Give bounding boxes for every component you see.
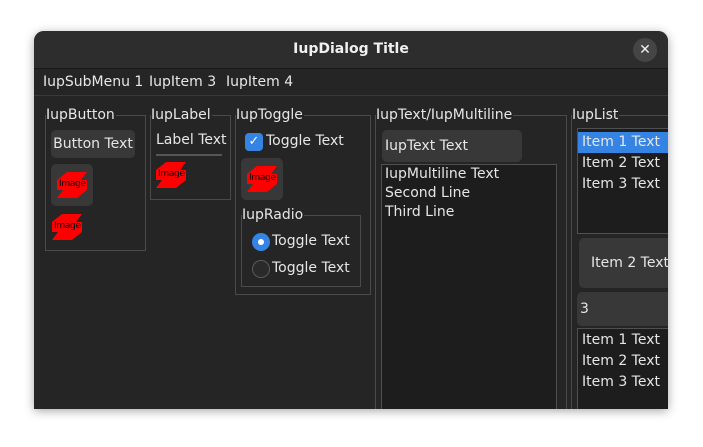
list-item-label: Item 1 Text: [582, 134, 660, 150]
radio-button-selected[interactable]: [252, 233, 270, 251]
dropdown-value: Item 2 Text: [591, 255, 668, 271]
list-frame: IupList Item 1 Text Item 2 Text Item 3 T…: [571, 107, 668, 409]
text-input[interactable]: IupText Text: [382, 130, 522, 162]
toggle-label: Toggle Text: [266, 133, 344, 149]
list-box-2[interactable]: Item 1 Text Item 2 Text Item 3 Text: [577, 328, 668, 409]
close-icon: ✕: [639, 42, 651, 58]
multiline-line: IupMultiline Text: [385, 166, 500, 182]
radio-label-1: Toggle Text: [272, 233, 350, 249]
label-frame-title: IupLabel: [151, 107, 212, 123]
image-icon-label: Image: [249, 173, 276, 183]
menu-item-4[interactable]: IupItem 4: [226, 74, 293, 90]
radio-frame-title: IupRadio: [242, 207, 305, 223]
checkbox-checked[interactable]: ✓: [245, 133, 263, 151]
separator: [156, 154, 222, 156]
radio-label-2: Toggle Text: [272, 260, 350, 276]
image-button-flat[interactable]: Image: [52, 214, 82, 240]
toggle-frame: IupToggle ✓ Toggle Text Image IupRadio T…: [235, 107, 371, 295]
list-item-label: Item 3 Text: [582, 374, 660, 390]
text-label: Label Text: [156, 132, 227, 148]
dialog-window: IupDialog Title ✕ IupSubMenu 1 IupItem 3…: [34, 31, 668, 409]
list-box-1[interactable]: Item 1 Text Item 2 Text Item 3 Text: [577, 128, 668, 234]
list-item-label: Item 2 Text: [582, 155, 660, 171]
text-frame-title: IupText/IupMultiline: [376, 107, 514, 123]
text-button[interactable]: Button Text: [51, 130, 135, 158]
dropdown-list[interactable]: Item 2 Text: [579, 238, 668, 288]
image-icon-label: Image: [158, 169, 185, 179]
edit-list-value: 3: [580, 301, 589, 317]
image-icon-label: Image: [59, 179, 86, 189]
window-title: IupDialog Title: [293, 41, 409, 57]
list-item[interactable]: Item 3 Text: [578, 174, 668, 195]
image-icon-label: Image: [54, 221, 81, 231]
edit-list-input[interactable]: 3: [577, 292, 668, 326]
image-button[interactable]: Image: [51, 164, 93, 206]
text-frame: IupText/IupMultiline IupText Text IupMul…: [375, 107, 567, 409]
list-item-label: Item 2 Text: [582, 353, 660, 369]
image-label: Image: [156, 162, 186, 188]
list-item[interactable]: Item 3 Text: [578, 372, 668, 393]
list-item-selected[interactable]: Item 1 Text: [578, 132, 668, 153]
title-bar[interactable]: IupDialog Title ✕: [34, 31, 668, 69]
button-frame: IupButton Button Text Image Image: [45, 107, 146, 251]
image-icon: Image: [247, 166, 277, 192]
image-toggle[interactable]: Image: [241, 158, 283, 200]
close-button[interactable]: ✕: [633, 38, 657, 62]
radio-button-unselected[interactable]: [252, 260, 270, 278]
image-icon: Image: [57, 172, 87, 198]
menu-item-3[interactable]: IupItem 3: [149, 74, 216, 90]
checkmark-icon: ✓: [248, 134, 260, 149]
multiline-line: Third Line: [385, 204, 455, 220]
list-item-label: Item 1 Text: [582, 332, 660, 348]
menu-bar: IupSubMenu 1 IupItem 3 IupItem 4: [34, 69, 668, 96]
text-input-value: IupText Text: [385, 138, 468, 154]
list-item[interactable]: Item 2 Text: [578, 153, 668, 174]
button-frame-title: IupButton: [46, 107, 116, 123]
menu-submenu-1[interactable]: IupSubMenu 1: [43, 74, 143, 90]
label-frame: IupLabel Label Text Image: [150, 107, 231, 200]
toggle-frame-title: IupToggle: [236, 107, 304, 123]
list-frame-title: IupList: [572, 107, 620, 123]
list-item-label: Item 3 Text: [582, 176, 660, 192]
list-item[interactable]: Item 2 Text: [578, 351, 668, 372]
list-item[interactable]: Item 1 Text: [578, 330, 668, 351]
multiline-input[interactable]: IupMultiline Text Second Line Third Line: [381, 164, 557, 409]
multiline-line: Second Line: [385, 185, 471, 201]
radio-frame: IupRadio Toggle Text Toggle Text: [241, 207, 361, 287]
